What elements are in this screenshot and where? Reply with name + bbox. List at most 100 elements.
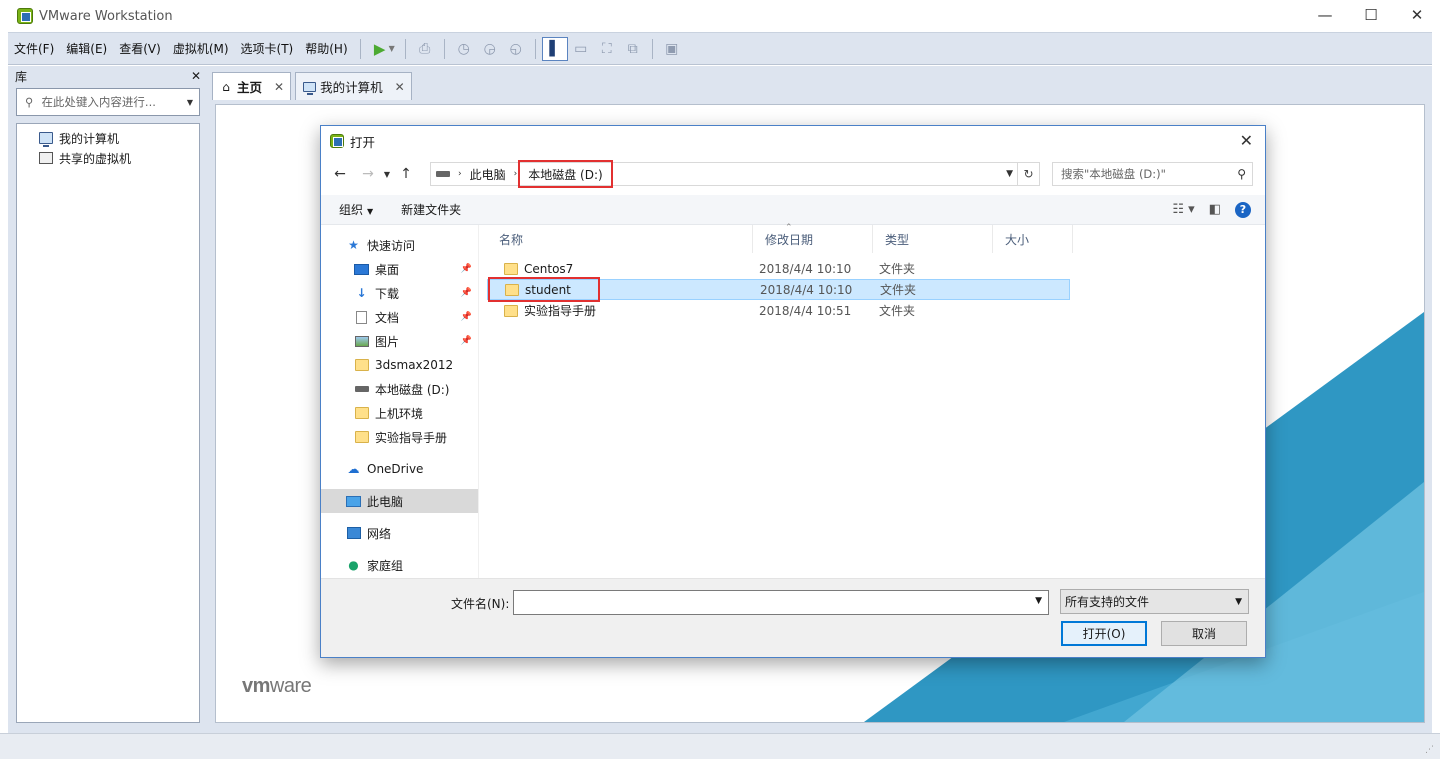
snapshot-manager-icon[interactable]: ◵	[503, 37, 529, 61]
recent-locations-chevron-icon[interactable]: ▼	[379, 162, 395, 186]
dialog-close-button[interactable]: ✕	[1240, 131, 1253, 150]
folder-icon	[354, 431, 369, 444]
send-ctrl-alt-del-icon[interactable]: ⎙	[412, 37, 438, 61]
back-arrow-icon[interactable]: ←	[329, 162, 351, 186]
thumbnail-bar-icon[interactable]: ▭	[568, 37, 594, 61]
library-close-icon[interactable]: ✕	[191, 69, 201, 83]
chevron-down-icon[interactable]: ▼	[1035, 596, 1042, 606]
view-mode-icon[interactable]: ☷ ▾	[1172, 202, 1194, 217]
filename-input[interactable]: ▼	[513, 590, 1049, 615]
pin-icon[interactable]: 📌	[461, 312, 472, 322]
snapshot-revert-icon[interactable]: ◶	[477, 37, 503, 61]
dialog-title-bar: 打开 ✕	[321, 126, 1265, 156]
column-header-type[interactable]: 类型	[873, 225, 993, 253]
address-dropdown-icon[interactable]: ▼	[1006, 169, 1013, 179]
pin-icon[interactable]: 📌	[461, 336, 472, 346]
refresh-icon[interactable]: ↻	[1017, 163, 1039, 185]
unity-icon[interactable]: ⧉	[620, 37, 646, 61]
nav-documents[interactable]: 文档 📌	[321, 305, 478, 329]
nav-quick-access[interactable]: ★ 快速访问	[321, 233, 478, 257]
folder-icon	[504, 304, 518, 317]
pin-icon[interactable]: 📌	[461, 264, 472, 274]
new-folder-button[interactable]: 新建文件夹	[401, 201, 461, 218]
dialog-search-input[interactable]: 搜索"本地磁盘 (D:)" ⚲	[1052, 162, 1253, 186]
nav-folder-lab-env[interactable]: 上机环境	[321, 401, 478, 425]
close-icon[interactable]: ✕	[395, 80, 405, 94]
maximize-button[interactable]: ☐	[1348, 0, 1394, 30]
chevron-down-icon[interactable]: ▼	[187, 98, 193, 107]
tree-item-my-computer[interactable]: 我的计算机	[17, 128, 199, 148]
help-icon[interactable]: ?	[1235, 201, 1251, 218]
breadcrumb-this-pc[interactable]: 此电脑	[470, 166, 506, 183]
nav-onedrive[interactable]: ☁ OneDrive	[321, 457, 478, 481]
view-controls: ☷ ▾ ◧ ?	[1172, 201, 1251, 218]
vmware-app-icon	[330, 134, 344, 148]
breadcrumb-separator-icon[interactable]: ›	[458, 169, 462, 179]
nav-desktop[interactable]: 桌面 📌	[321, 257, 478, 281]
tab-label: 主页	[237, 80, 263, 95]
nav-folder-lab-guide[interactable]: 实验指导手册	[321, 425, 478, 449]
menu-edit[interactable]: 编辑(E)	[60, 38, 113, 60]
homegroup-icon: ●	[348, 558, 359, 572]
menu-tabs[interactable]: 选项卡(T)	[235, 38, 300, 60]
nav-pictures[interactable]: 图片 📌	[321, 329, 478, 353]
column-header-modified[interactable]: 修改日期	[753, 225, 873, 253]
cloud-icon: ☁	[347, 462, 360, 476]
breadcrumb-local-disk-d[interactable]: 本地磁盘 (D:)	[518, 160, 613, 188]
address-bar[interactable]: › 此电脑 › 本地磁盘 (D:) ▼ ↻	[430, 160, 1040, 188]
tab-my-computer[interactable]: 我的计算机 ✕	[295, 72, 412, 100]
toolbar-separator	[651, 38, 653, 59]
pin-icon[interactable]: 📌	[461, 288, 472, 298]
library-header: 库 ✕	[8, 66, 208, 86]
minimize-button[interactable]: —	[1302, 0, 1348, 30]
tab-strip: ⌂ 主页 ✕ 我的计算机 ✕	[212, 72, 416, 100]
shared-vm-icon	[39, 152, 53, 164]
close-icon[interactable]: ✕	[274, 80, 284, 94]
nav-downloads[interactable]: ↓ 下载 📌	[321, 281, 478, 305]
library-panel: 库 ✕ ⚲ 在此处键入内容进行... ▼ 我的计算机 共享的虚拟机	[8, 66, 208, 733]
breadcrumb-separator-icon[interactable]: ›	[514, 169, 518, 179]
nav-network[interactable]: 网络	[321, 521, 478, 545]
close-window-button[interactable]: ✕	[1394, 0, 1440, 30]
file-row-centos7[interactable]: Centos7 2018/4/4 10:10 文件夹	[487, 258, 1070, 279]
file-row-lab-guide[interactable]: 实验指导手册 2018/4/4 10:51 文件夹	[487, 300, 1070, 321]
tree-item-shared-vms[interactable]: 共享的虚拟机	[17, 148, 199, 168]
drive-icon	[436, 171, 450, 177]
show-library-icon[interactable]: ▌	[541, 36, 568, 61]
forward-arrow-icon[interactable]: →	[357, 162, 379, 186]
library-search-input[interactable]: ⚲ 在此处键入内容进行... ▼	[16, 88, 200, 116]
nav-this-pc[interactable]: 此电脑	[321, 489, 478, 513]
tree-item-label: 共享的虚拟机	[59, 151, 132, 166]
nav-local-disk-d[interactable]: 本地磁盘 (D:)	[321, 377, 478, 401]
nav-folder-3dsmax2012[interactable]: 3dsmax2012	[321, 353, 478, 377]
up-arrow-icon[interactable]: ↑	[395, 162, 417, 186]
toolbar-separator	[404, 38, 406, 59]
toolbar-separator	[534, 38, 536, 59]
filename-label: 文件名(N):	[451, 597, 510, 611]
power-dropdown-icon[interactable]: ▼	[389, 44, 395, 53]
open-button[interactable]: 打开(O)	[1061, 621, 1147, 646]
navigation-pane: ★ 快速访问 桌面 📌 ↓ 下载 📌 文档 📌 图片 📌 3dsmax2012	[321, 225, 479, 578]
full-screen-icon[interactable]: ⛶	[594, 37, 620, 61]
menu-help[interactable]: 帮助(H)	[299, 38, 353, 60]
menu-vm[interactable]: 虚拟机(M)	[167, 38, 235, 60]
console-view-icon[interactable]: ▣	[659, 37, 685, 61]
menu-file[interactable]: 文件(F)	[8, 38, 60, 60]
folder-icon	[504, 262, 518, 275]
cancel-button[interactable]: 取消	[1161, 621, 1247, 646]
home-icon: ⌂	[222, 79, 230, 94]
title-bar: VMware Workstation — ☐ ✕	[0, 0, 1440, 32]
nav-homegroup[interactable]: ● 家庭组	[321, 553, 478, 577]
preview-pane-icon[interactable]: ◧	[1209, 202, 1221, 217]
column-header-name[interactable]: 名称	[487, 225, 753, 253]
menu-view[interactable]: 查看(V)	[113, 38, 167, 60]
tab-label: 我的计算机	[320, 80, 383, 95]
snapshot-take-icon[interactable]: ◷	[451, 37, 477, 61]
organize-button[interactable]: 组织 ▼	[339, 201, 373, 218]
resize-grip-icon[interactable]: ⋰	[1425, 745, 1434, 755]
column-header-size[interactable]: 大小	[993, 225, 1073, 253]
file-type-filter-select[interactable]: 所有支持的文件 ▼	[1060, 589, 1249, 614]
computer-icon	[302, 80, 316, 95]
network-icon	[346, 527, 361, 540]
tab-home[interactable]: ⌂ 主页 ✕	[212, 72, 292, 100]
